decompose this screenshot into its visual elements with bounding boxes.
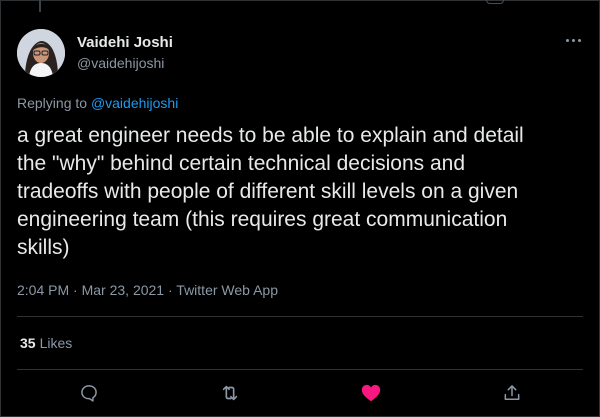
- share-button[interactable]: [499, 380, 525, 406]
- tweet-time[interactable]: 2:04 PM: [17, 282, 69, 298]
- thread-connector-line: [39, 0, 41, 12]
- likes-count: 35: [20, 335, 36, 351]
- divider: [17, 316, 583, 317]
- replying-mention-link[interactable]: @vaidehijoshi: [91, 95, 178, 111]
- share-icon: [504, 385, 520, 400]
- like-button[interactable]: [358, 380, 384, 406]
- author-name[interactable]: Vaidehi Joshi: [77, 34, 173, 51]
- previous-tweet-edge: [486, 0, 504, 4]
- heart-icon: [361, 384, 381, 402]
- meta-separator: ·: [73, 282, 82, 298]
- likes-label: Likes: [39, 335, 73, 351]
- retweet-icon: [222, 385, 238, 401]
- reply-icon: [81, 385, 97, 402]
- divider: [17, 369, 583, 370]
- avatar[interactable]: [17, 29, 65, 77]
- action-bar: [0, 378, 600, 408]
- tweet-meta: 2:04 PM · Mar 23, 2021 · Twitter Web App: [17, 282, 278, 298]
- tweet-text: a great engineer needs to be able to exp…: [17, 124, 524, 259]
- retweet-button[interactable]: [217, 380, 243, 406]
- replying-prefix: Replying to: [17, 95, 91, 111]
- replying-to: Replying to @vaidehijoshi: [17, 95, 178, 111]
- tweet-date[interactable]: Mar 23, 2021: [82, 282, 165, 298]
- author-handle[interactable]: @vaidehijoshi: [77, 55, 164, 71]
- tweet-source[interactable]: Twitter Web App: [176, 282, 278, 298]
- reply-button[interactable]: [76, 380, 102, 406]
- likes-link[interactable]: 35 Likes: [20, 335, 72, 351]
- more-icon[interactable]: [563, 33, 583, 47]
